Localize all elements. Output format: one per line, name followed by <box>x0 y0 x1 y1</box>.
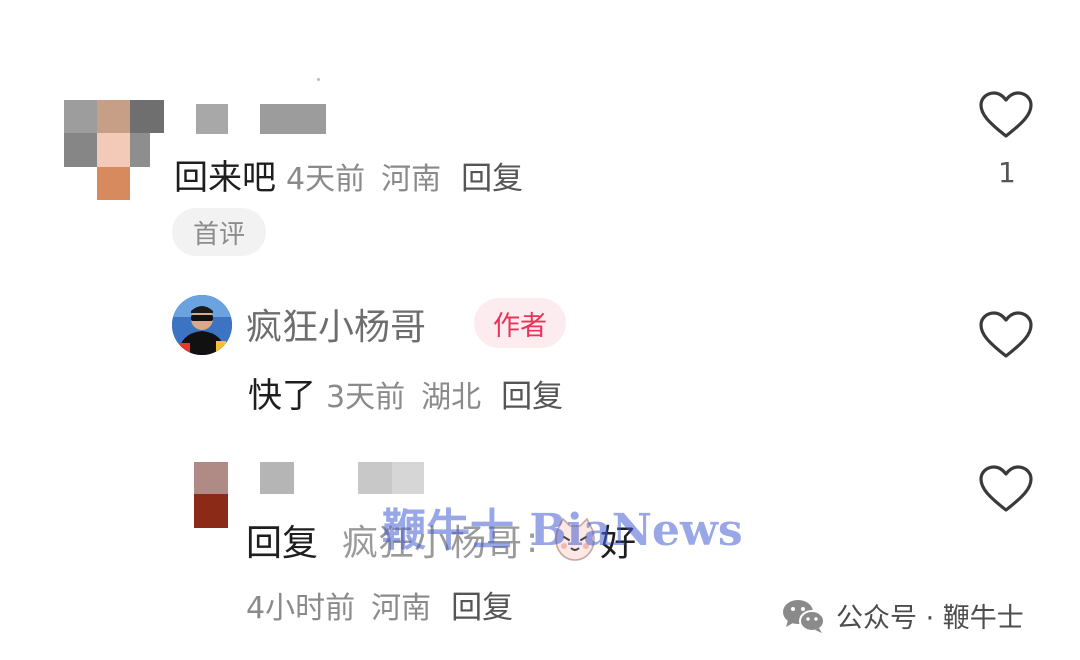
author-username[interactable]: 疯狂小杨哥 <box>246 298 426 350</box>
reply-button[interactable]: 回复 <box>501 371 563 416</box>
heart-outline-icon[interactable] <box>978 90 1034 140</box>
author-badge: 作者 <box>474 298 566 348</box>
reply-prefix: 回复 <box>246 523 319 564</box>
sub-reply-location: 河南 <box>371 591 432 626</box>
sub-reply-time: 4小时前 <box>246 591 356 626</box>
sub-reply-meta: 4小时前 河南 回复 <box>246 582 513 627</box>
reply-button[interactable]: 回复 <box>461 153 523 198</box>
author-reply-text: 快了 <box>248 376 316 416</box>
first-comment-badge: 首评 <box>172 208 266 256</box>
username-pixelated[interactable] <box>196 104 326 136</box>
heart-outline-icon[interactable] <box>978 464 1034 514</box>
comment-time: 4天前 <box>286 162 366 197</box>
like-count: 1 <box>998 156 1016 189</box>
comment-text: 回来吧 <box>174 158 276 198</box>
reply-button[interactable]: 回复 <box>451 582 513 627</box>
watermark-text: 鞭牛士 BiaNews <box>382 505 743 556</box>
avatar-pixelated[interactable] <box>64 100 164 200</box>
wechat-logo-icon <box>783 599 825 633</box>
stray-dot <box>317 78 320 81</box>
author-avatar[interactable] <box>172 295 232 355</box>
comment-line: 回来吧 4天前 河南 回复 <box>174 150 523 199</box>
author-reply-line: 快了 3天前 湖北 回复 <box>248 368 563 417</box>
wechat-attribution: 公众号 · 鞭牛士 <box>782 596 1024 635</box>
comment-location: 河南 <box>381 162 442 197</box>
avatar-pixelated[interactable] <box>194 462 230 528</box>
username-pixelated[interactable] <box>260 462 430 494</box>
wechat-account-text: 公众号 · 鞭牛士 <box>836 603 1024 634</box>
author-reply-location: 湖北 <box>421 380 482 415</box>
heart-outline-icon[interactable] <box>978 310 1034 360</box>
author-reply-time: 3天前 <box>326 380 406 415</box>
